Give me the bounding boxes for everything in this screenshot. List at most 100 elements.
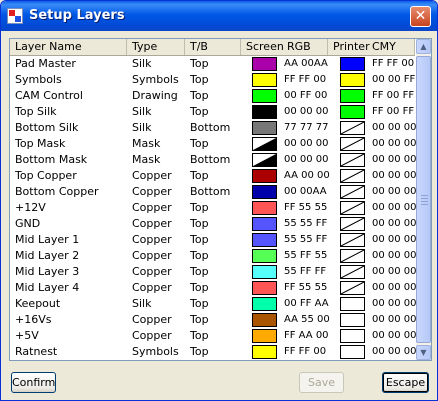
printer-color-swatch[interactable] [340,201,365,215]
screen-color-swatch[interactable] [252,345,277,359]
printer-color-swatch[interactable] [340,121,365,135]
printer-cmy-value: 00 00 00 [372,170,417,181]
header-type[interactable]: Type [127,39,185,55]
screen-color-swatch[interactable] [252,201,277,215]
printer-color-swatch[interactable] [340,265,365,279]
table-row[interactable]: Mid Layer 4 Copper Top FF 55 55 00 00 00 [10,280,417,296]
printer-cmy-value: FF FF 00 [372,58,415,69]
screen-color-swatch[interactable] [252,265,277,279]
table-row[interactable]: Keepout Silk Top 00 FF AA 00 00 00 [10,296,417,312]
table-row[interactable]: +16Vs Copper Top AA 55 00 00 00 00 [10,312,417,328]
printer-color-swatch[interactable] [340,281,365,295]
printer-color-swatch[interactable] [340,105,365,119]
printer-color-swatch[interactable] [340,89,365,103]
layer-side-cell: Bottom [190,153,231,166]
scroll-down-button[interactable]: ▼ [416,345,431,360]
table-row[interactable]: Mid Layer 3 Copper Top 55 FF FF 00 00 00 [10,264,417,280]
screen-rgb-value: 55 55 FF [284,218,328,229]
header-screen-rgb[interactable]: Screen RGB [241,39,328,55]
list-header: Layer Name Type T/B Screen RGB Printer C… [10,39,415,56]
layer-side-cell: Top [190,201,209,214]
screen-color-swatch[interactable] [252,121,277,135]
layer-list[interactable]: Layer Name Type T/B Screen RGB Printer C… [9,38,432,361]
close-button[interactable]: ✕ [410,6,431,27]
table-row[interactable]: Mid Layer 2 Copper Top 55 FF 55 00 00 00 [10,248,417,264]
printer-color-swatch[interactable] [340,329,365,343]
table-row[interactable]: Bottom Mask Mask Bottom 00 00 00 00 00 00 [10,152,417,168]
printer-color-swatch[interactable] [340,185,365,199]
printer-cmy-value: 00 00 FF [372,74,416,85]
screen-color-swatch[interactable] [252,281,277,295]
table-row[interactable]: Top Copper Copper Top AA 00 00 00 00 00 [10,168,417,184]
layer-side-cell: Top [190,345,209,358]
printer-color-swatch[interactable] [340,73,365,87]
table-row[interactable]: GND Copper Top 55 55 FF 00 00 00 [10,216,417,232]
screen-color-swatch[interactable] [252,57,277,71]
layer-name-cell: Bottom Mask [15,153,88,166]
layer-type-cell: Silk [132,297,152,310]
screen-color-swatch[interactable] [252,249,277,263]
screen-rgb-value: AA 55 00 [284,314,330,325]
printer-color-swatch[interactable] [340,233,365,247]
screen-rgb-value: 55 FF 55 [284,250,328,261]
table-row[interactable]: Ratnest Symbols Top FF FF 00 00 00 00 [10,344,417,360]
screen-color-swatch[interactable] [252,297,277,311]
printer-cmy-value: 00 00 00 [372,218,417,229]
layer-side-cell: Top [190,57,209,70]
printer-color-swatch[interactable] [340,345,365,359]
table-row[interactable]: Pad Master Silk Top AA 00AA FF FF 00 [10,56,415,72]
table-row[interactable]: Symbols Symbols Top FF FF 00 00 00 FF [10,72,415,88]
screen-color-swatch[interactable] [252,73,277,87]
layer-side-cell: Top [190,249,209,262]
table-row[interactable]: Bottom Copper Copper Bottom 00 00AA 00 00 00 [10,184,417,200]
screen-color-swatch[interactable] [252,329,277,343]
header-tb[interactable]: T/B [185,39,241,55]
printer-color-swatch[interactable] [340,297,365,311]
table-row[interactable]: Mid Layer 1 Copper Top 55 55 FF 00 00 00 [10,232,417,248]
screen-color-swatch[interactable] [252,185,277,199]
header-printer-cmy[interactable]: Printer CMY [328,39,415,55]
table-row[interactable]: CAM Control Drawing Top 00 FF 00 FF 00 FF [10,88,415,104]
screen-color-swatch[interactable] [252,105,277,119]
table-row[interactable]: Top Mask Mask Top 00 00 00 00 00 00 [10,136,417,152]
printer-cmy-value: 00 00 00 [372,298,417,309]
table-row[interactable]: Top Silk Silk Top 00 00 00 FF 00 FF [10,104,415,120]
header-layer-name[interactable]: Layer Name [10,39,127,55]
screen-rgb-value: 00 FF 00 [284,90,328,101]
layer-name-cell: Top Copper [15,169,77,182]
screen-color-swatch[interactable] [252,313,277,327]
table-row[interactable]: +12V Copper Top FF 55 55 00 00 00 [10,200,417,216]
layer-name-cell: Bottom Silk [15,121,79,134]
scroll-thumb[interactable] [416,56,431,343]
save-button[interactable]: Save [299,372,344,393]
layer-type-cell: Copper [132,281,172,294]
scroll-up-button[interactable]: ▲ [416,39,431,54]
escape-button[interactable]: Escape [382,372,429,393]
screen-color-swatch[interactable] [252,137,277,151]
screen-rgb-value: FF 55 55 [284,202,328,213]
layer-type-cell: Silk [132,57,152,70]
printer-color-swatch[interactable] [340,57,365,71]
confirm-button[interactable]: Confirm [11,372,56,393]
screen-rgb-value: 55 55 FF [284,234,328,245]
screen-color-swatch[interactable] [252,89,277,103]
printer-color-swatch[interactable] [340,313,365,327]
screen-color-swatch[interactable] [252,233,277,247]
printer-color-swatch[interactable] [340,169,365,183]
printer-color-swatch[interactable] [340,137,365,151]
screen-rgb-value: AA 00 00 [284,170,330,181]
printer-color-swatch[interactable] [340,153,365,167]
printer-color-swatch[interactable] [340,217,365,231]
printer-color-swatch[interactable] [340,249,365,263]
layer-side-cell: Top [190,233,209,246]
table-row[interactable]: +5V Copper Top FF AA 00 00 00 00 [10,328,417,344]
layer-type-cell: Copper [132,265,172,278]
vertical-scrollbar[interactable]: ▲ ▼ [416,39,431,360]
table-row[interactable]: Bottom Silk Silk Bottom 77 77 77 00 00 00 [10,120,417,136]
screen-color-swatch[interactable] [252,217,277,231]
screen-color-swatch[interactable] [252,153,277,167]
layer-side-cell: Top [190,265,209,278]
layer-type-cell: Copper [132,329,172,342]
title-bar[interactable]: Setup Layers ✕ [1,1,437,31]
screen-color-swatch[interactable] [252,169,277,183]
